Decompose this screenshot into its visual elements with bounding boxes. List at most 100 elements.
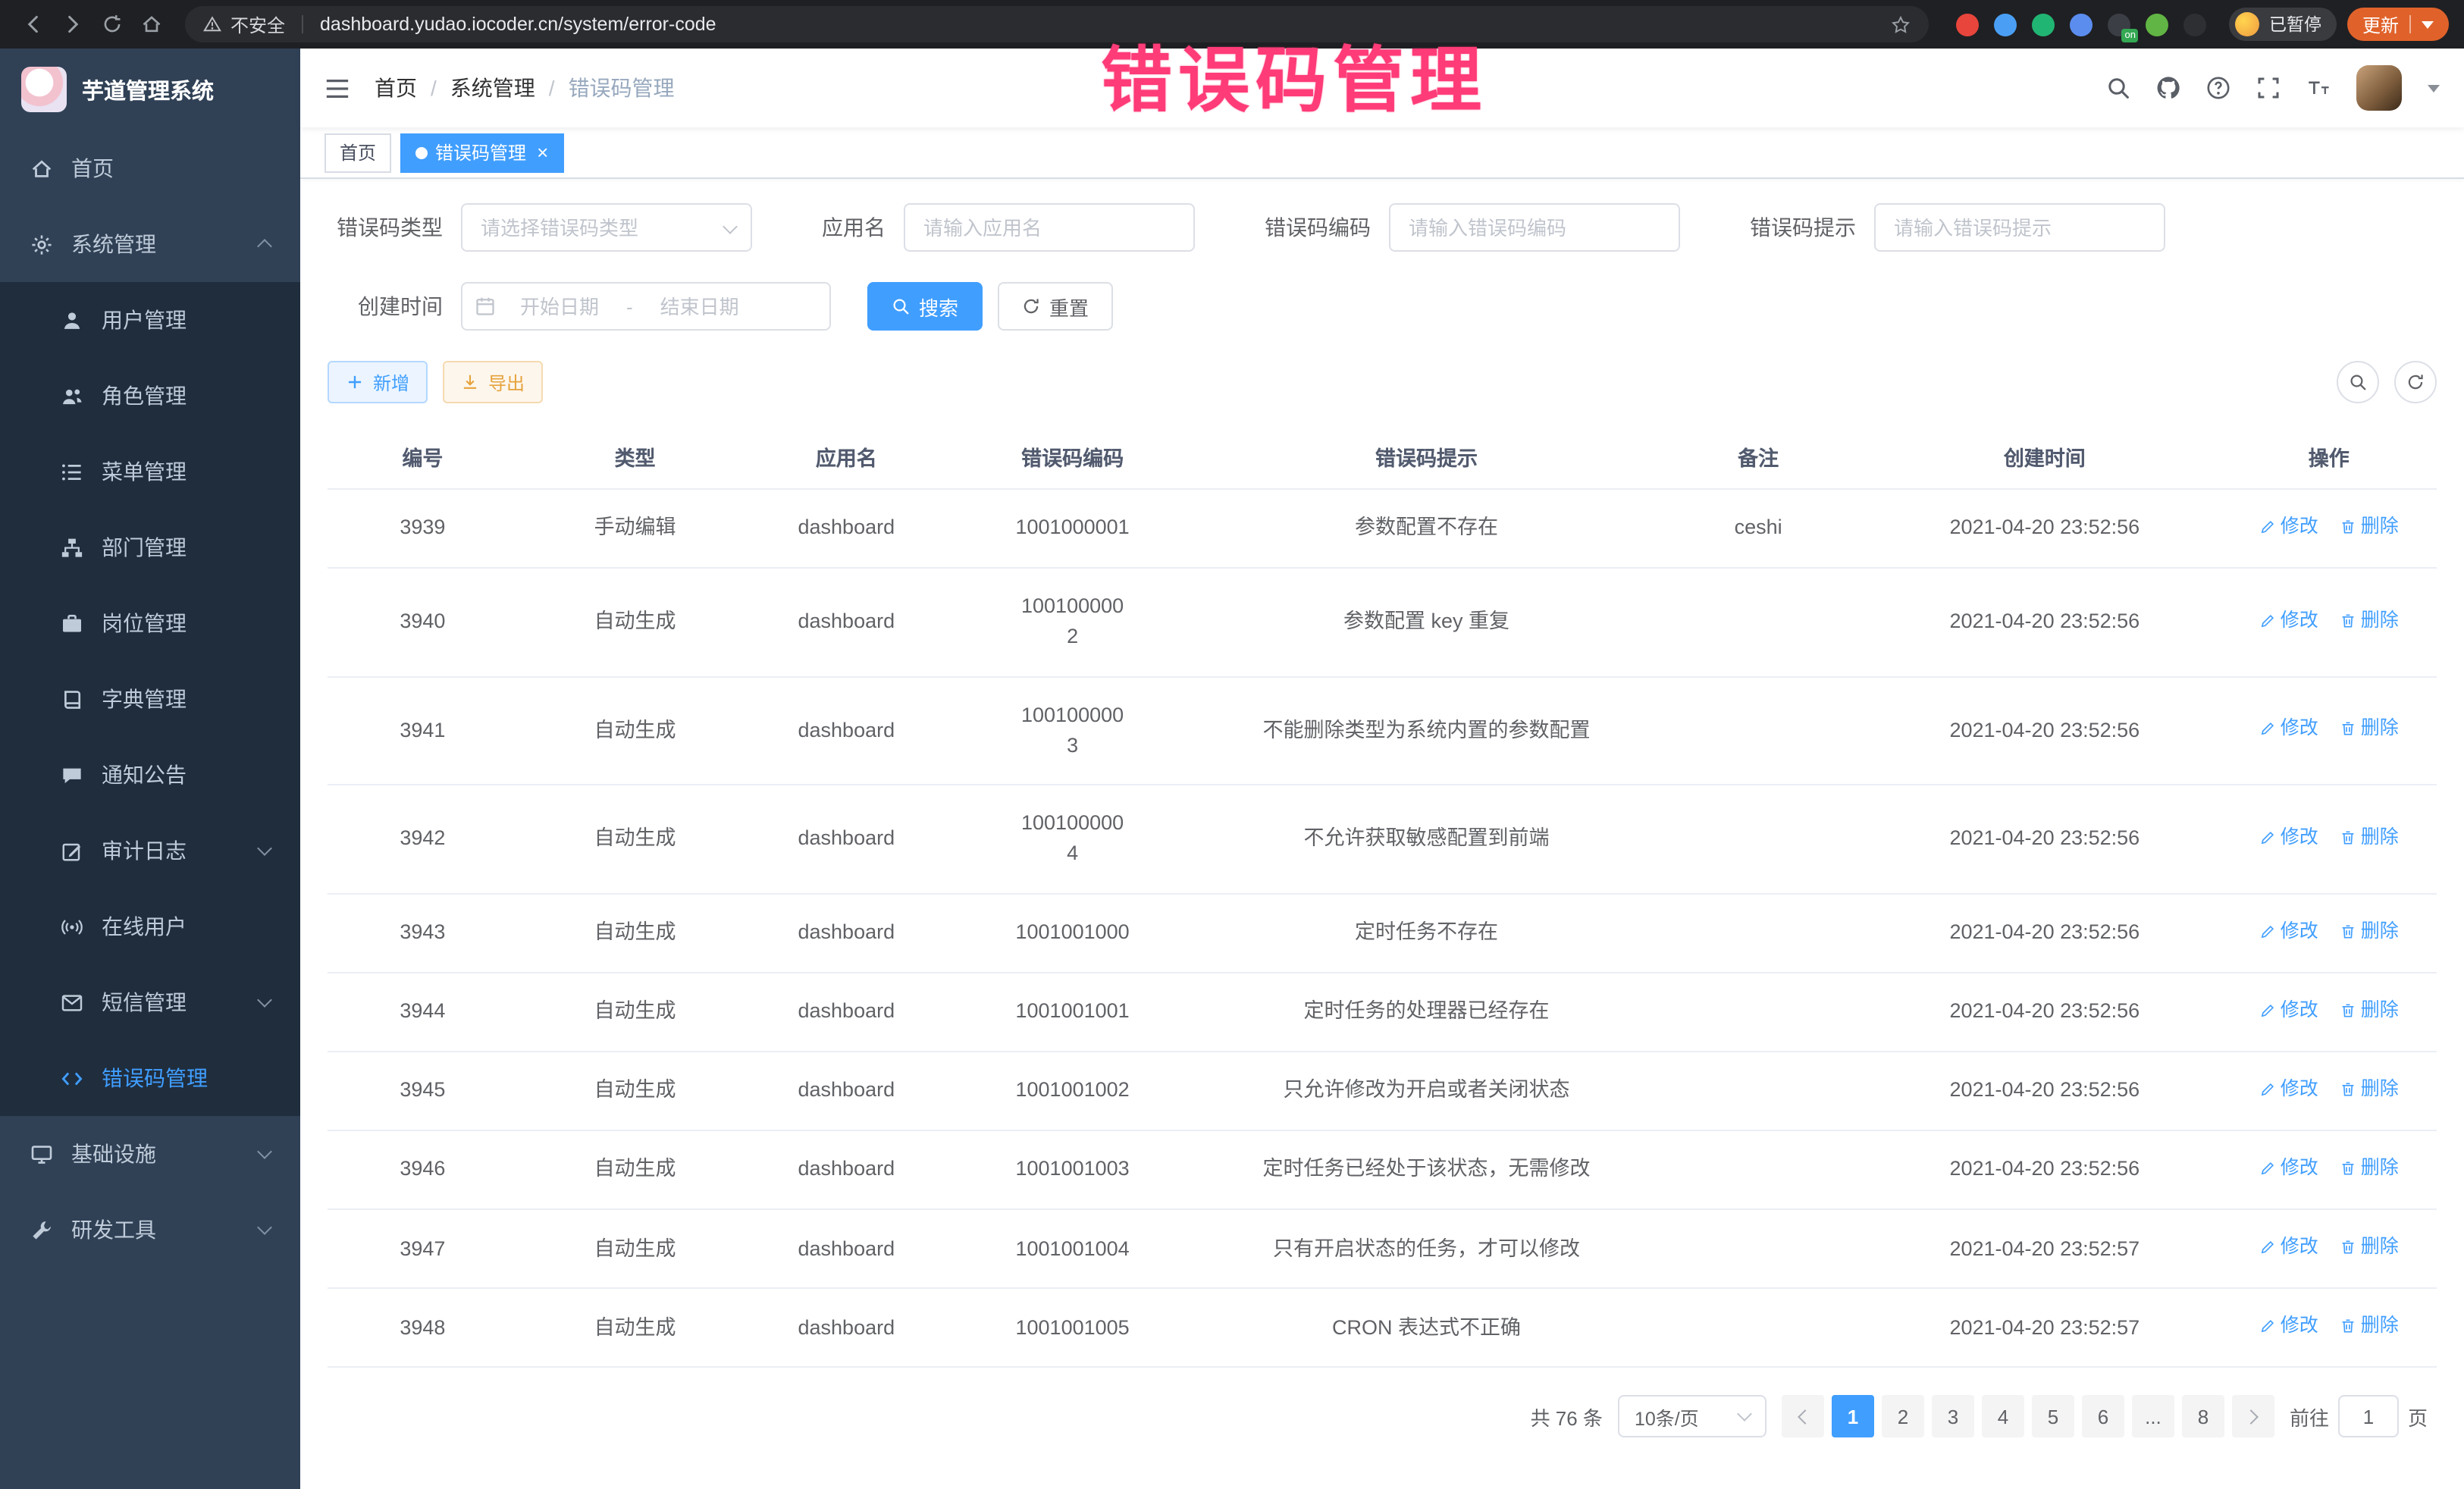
delete-button[interactable]: 删除 (2340, 917, 2399, 945)
page-ellipsis[interactable]: ... (2132, 1396, 2174, 1438)
sidebar-item-sms-management[interactable]: 短信管理 (0, 964, 300, 1040)
font-size-icon[interactable] (2306, 76, 2331, 100)
delete-button[interactable]: 删除 (2340, 823, 2399, 852)
extension-green-leaf[interactable] (2146, 13, 2169, 36)
error-code-type-select[interactable] (461, 203, 752, 252)
error-message-input[interactable] (1874, 203, 2165, 252)
breadcrumb-item[interactable]: 系统管理 (450, 73, 535, 103)
sidebar-item-infrastructure[interactable]: 基础设施 (0, 1116, 300, 1192)
refresh-table-button[interactable] (2394, 361, 2437, 403)
sidebar-item-online-users[interactable]: 在线用户 (0, 889, 300, 964)
extension-dark-on[interactable]: on (2108, 13, 2131, 36)
delete-button[interactable]: 删除 (2340, 1075, 2399, 1104)
search-button[interactable]: 搜索 (867, 282, 983, 331)
delete-button[interactable]: 删除 (2340, 1154, 2399, 1183)
sidebar-item-audit-log[interactable]: 审计日志 (0, 813, 300, 889)
goto-page-input[interactable] (2338, 1396, 2399, 1438)
sidebar-item-dev-tools[interactable]: 研发工具 (0, 1192, 300, 1268)
extension-blue-drop[interactable] (1995, 13, 2017, 36)
github-icon[interactable] (2156, 76, 2180, 100)
toggle-search-button[interactable] (2337, 361, 2379, 403)
tab-error-code[interactable]: 错误码管理× (400, 133, 563, 172)
not-secure-icon (203, 15, 221, 33)
profile-chip[interactable]: 已暂停 (2230, 8, 2337, 41)
sidebar-item-post-management[interactable]: 岗位管理 (0, 585, 300, 661)
edit-button[interactable]: 修改 (2259, 513, 2318, 541)
page-button[interactable]: 8 (2182, 1396, 2224, 1438)
delete-button[interactable]: 删除 (2340, 607, 2399, 635)
page-button[interactable]: 2 (1882, 1396, 1924, 1438)
page-size-select[interactable]: 10条/页 (1618, 1396, 1766, 1438)
page-button[interactable]: 1 (1832, 1396, 1874, 1438)
sidebar-item-error-code-management[interactable]: 错误码管理 (0, 1040, 300, 1116)
edit-button[interactable]: 修改 (2259, 823, 2318, 852)
tab-home[interactable]: 首页 (324, 133, 391, 172)
edit-button-label: 修改 (2281, 715, 2318, 744)
edit-button[interactable]: 修改 (2259, 1312, 2318, 1341)
edit-button[interactable]: 修改 (2259, 607, 2318, 635)
sidebar-item-role-management[interactable]: 角色管理 (0, 358, 300, 434)
edit-button[interactable]: 修改 (2259, 1233, 2318, 1262)
extension-red[interactable] (1957, 13, 1980, 36)
filter-row-1: 错误码类型 应用名 错误码编码 (328, 203, 2437, 252)
edit-button[interactable]: 修改 (2259, 917, 2318, 945)
reload-icon[interactable] (94, 6, 130, 42)
cell-actions: 修改 删除 (2221, 893, 2437, 972)
delete-button[interactable]: 删除 (2340, 996, 2399, 1025)
cell-code: 100100000 3 (940, 676, 1204, 785)
delete-button[interactable]: 删除 (2340, 513, 2399, 541)
search-icon[interactable] (2106, 76, 2130, 100)
edit-button[interactable]: 修改 (2259, 1075, 2318, 1104)
cell-actions: 修改删除 (2221, 676, 2437, 785)
app-logo-area[interactable]: 芋道管理系统 (0, 49, 300, 130)
sidebar-item-dict-management[interactable]: 字典管理 (0, 661, 300, 737)
hamburger-icon[interactable] (324, 75, 350, 101)
reset-button[interactable]: 重置 (998, 282, 1113, 331)
breadcrumb-item[interactable]: 首页 (375, 73, 417, 103)
help-icon[interactable] (2206, 76, 2230, 100)
sidebar-menu: 首页系统管理用户管理角色管理菜单管理部门管理岗位管理字典管理通知公告审计日志在线… (0, 130, 300, 1489)
page-button[interactable]: 6 (2082, 1396, 2124, 1438)
home-icon[interactable] (133, 6, 170, 42)
page-button[interactable]: 3 (1932, 1396, 1974, 1438)
edit-button[interactable]: 修改 (2259, 715, 2318, 744)
sidebar-item-user-management[interactable]: 用户管理 (0, 282, 300, 358)
forward-icon[interactable] (55, 6, 91, 42)
cell-actions: 修改删除 (2221, 568, 2437, 676)
page-prev-button[interactable] (1782, 1396, 1824, 1438)
sidebar-item-home[interactable]: 首页 (0, 130, 300, 206)
back-icon[interactable] (15, 6, 52, 42)
sidebar-item-system-management[interactable]: 系统管理 (0, 206, 300, 282)
create-time-range-picker[interactable]: - (461, 282, 831, 331)
sidebar-item-menu-management[interactable]: 菜单管理 (0, 434, 300, 509)
page-next-button[interactable] (2232, 1396, 2274, 1438)
fullscreen-icon[interactable] (2256, 76, 2281, 100)
extension-green-check[interactable] (2033, 13, 2055, 36)
chevron-down-icon[interactable] (2428, 84, 2440, 92)
update-button[interactable]: 更新 (2347, 8, 2449, 41)
delete-button[interactable]: 删除 (2340, 1312, 2399, 1341)
error-code-input[interactable] (1389, 203, 1680, 252)
delete-button-label: 删除 (2361, 917, 2399, 945)
page-button[interactable]: 4 (1982, 1396, 2024, 1438)
export-button[interactable]: 导出 (443, 361, 543, 403)
url-bar[interactable]: 不安全 dashboard.yudao.iocoder.cn/system/er… (185, 6, 1930, 42)
end-date-input[interactable] (639, 295, 760, 318)
add-button[interactable]: 新增 (328, 361, 428, 403)
delete-button[interactable]: 删除 (2340, 1233, 2399, 1262)
extension-purple[interactable] (2071, 13, 2093, 36)
cell-code: 1001001004 (940, 1209, 1204, 1288)
app-name-input[interactable] (904, 203, 1195, 252)
close-icon[interactable]: × (537, 143, 548, 162)
error-code-type-input[interactable] (461, 203, 752, 252)
edit-button[interactable]: 修改 (2259, 996, 2318, 1025)
bookmark-star-icon[interactable] (1892, 14, 1911, 34)
page-button[interactable]: 5 (2032, 1396, 2074, 1438)
user-avatar[interactable] (2356, 65, 2402, 111)
sidebar-item-notice-announcement[interactable]: 通知公告 (0, 737, 300, 813)
start-date-input[interactable] (499, 295, 620, 318)
edit-button[interactable]: 修改 (2259, 1154, 2318, 1183)
sidebar-item-dept-management[interactable]: 部门管理 (0, 509, 300, 585)
delete-button[interactable]: 删除 (2340, 715, 2399, 744)
extension-pin[interactable] (2184, 13, 2207, 36)
